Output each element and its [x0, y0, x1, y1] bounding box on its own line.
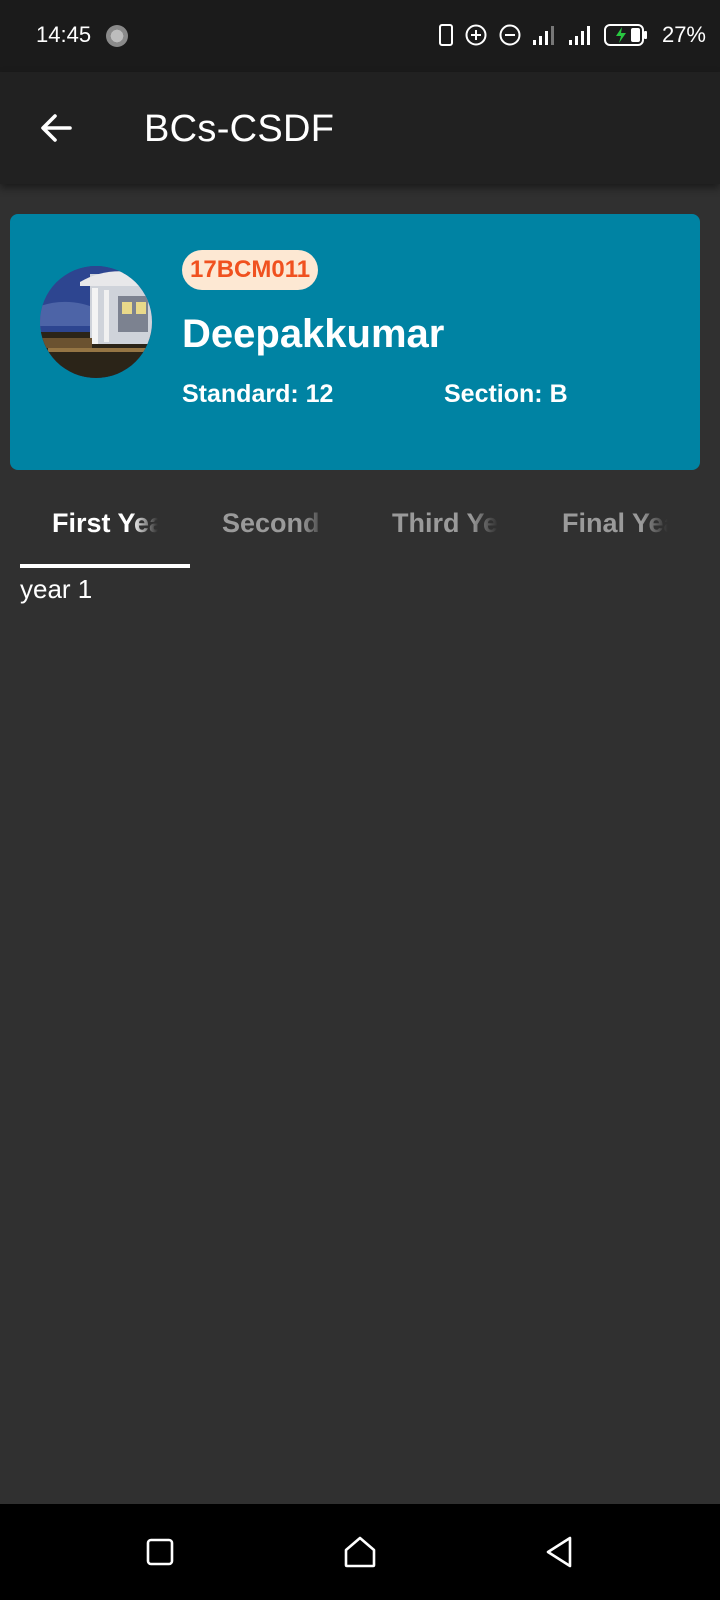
loading-dot-icon — [106, 25, 128, 47]
battery-charging-icon — [603, 24, 647, 46]
section-label: Section: B — [444, 380, 568, 408]
signal-icon — [532, 26, 554, 45]
tab-label: Second Year — [222, 508, 328, 538]
standard-label: Standard: 12 — [182, 380, 334, 408]
page-title: BCs-CSDF — [144, 108, 335, 150]
nav-back-button[interactable] — [536, 1528, 584, 1576]
system-nav-bar — [0, 1504, 720, 1600]
tab-label: Third Year — [392, 508, 498, 538]
dnd-minus-icon — [499, 24, 521, 46]
student-id-badge: 17BCM011 — [182, 250, 319, 290]
status-icons: 27% — [438, 22, 706, 48]
tab-label: Final Year — [562, 508, 668, 538]
battery-percent: 27% — [661, 22, 706, 47]
tab-content-text: year 1 — [20, 574, 93, 604]
tab-third-year[interactable]: Third Year — [360, 488, 530, 568]
status-time: 14:45 — [36, 22, 92, 47]
tab-final-year[interactable]: Final Year — [530, 488, 700, 568]
home-button[interactable] — [336, 1528, 384, 1576]
app-bar: BCs-CSDF — [0, 72, 720, 184]
back-triangle-icon — [546, 1536, 572, 1568]
data-saver-plus-icon — [465, 24, 487, 46]
year-tabs: First Year Second Year Third Year Final … — [20, 488, 700, 568]
recents-button[interactable] — [136, 1528, 184, 1576]
home-icon — [344, 1536, 376, 1568]
tab-second-year[interactable]: Second Year — [190, 488, 360, 568]
status-bar: 14:45 27% — [0, 0, 720, 72]
phone-outline-icon — [438, 24, 453, 46]
tab-label: First Year — [52, 508, 158, 538]
signal-icon — [568, 26, 590, 45]
tab-first-year[interactable]: First Year — [20, 488, 190, 568]
profile-card: 17BCM011 Deepakkumar Standard: 12 Sectio… — [10, 214, 700, 470]
recents-square-icon — [146, 1538, 174, 1566]
student-name: Deepakkumar — [182, 312, 445, 356]
avatar — [40, 266, 152, 378]
back-button[interactable] — [30, 106, 82, 150]
arrow-back-icon — [41, 114, 72, 142]
